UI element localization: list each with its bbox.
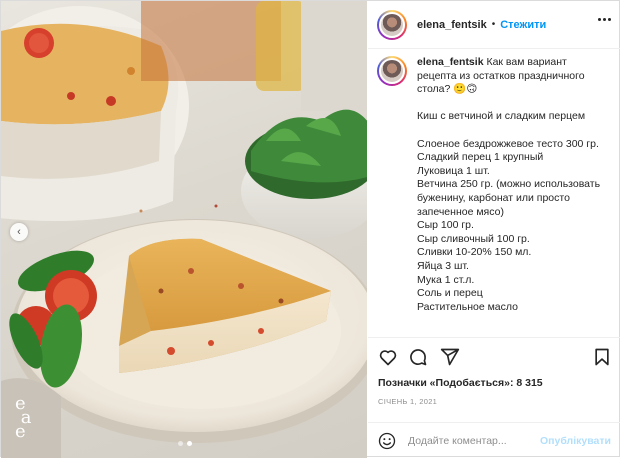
caption-line: Сыр сливочный 100 гр. xyxy=(417,232,530,245)
comment-input[interactable] xyxy=(408,434,534,447)
likes-count[interactable]: Позначки «Подобається»: 8 315 xyxy=(378,377,543,389)
caption-line: Мука 1 ст.л. xyxy=(417,273,475,286)
emoji-icon[interactable] xyxy=(378,432,396,450)
caption-line: Сыр 100 гр. xyxy=(417,219,474,232)
post-side-panel: elena_fentsik • Стежити elena_fentsik Ка… xyxy=(368,1,620,458)
instagram-post: ‹ e ae elena_fentsik • Стежити elena_fen… xyxy=(0,0,620,458)
follow-button[interactable]: Стежити xyxy=(500,19,546,31)
post-header: elena_fentsik • Стежити xyxy=(368,1,620,49)
username-link[interactable]: elena_fentsik xyxy=(417,19,487,31)
more-options-icon[interactable] xyxy=(598,18,611,21)
caption-line: Растительное масло xyxy=(417,300,518,313)
caption-username[interactable]: elena_fentsik xyxy=(417,56,484,68)
carousel-dot xyxy=(178,441,183,446)
publish-button[interactable]: Опублікувати xyxy=(540,435,611,447)
comment-icon[interactable] xyxy=(408,347,428,367)
caption-line: Киш с ветчиной и сладким перцем xyxy=(417,110,586,123)
avatar[interactable] xyxy=(377,9,407,40)
carousel-dot-active xyxy=(187,441,192,446)
post-date[interactable]: СІЧЕНЬ 1, 2021 xyxy=(378,397,437,406)
heart-icon[interactable] xyxy=(378,347,398,367)
caption-emoji: 🙂🙃 xyxy=(453,83,478,96)
chevron-left-icon: ‹ xyxy=(17,226,21,238)
carousel-indicator xyxy=(178,441,192,446)
post-photo[interactable]: ‹ e ae xyxy=(1,1,367,458)
post-actions xyxy=(368,337,620,373)
caption-text: elena_fentsik Как вам вариант рецепта из… xyxy=(417,56,607,314)
caption-avatar[interactable] xyxy=(377,56,407,86)
post-caption: elena_fentsik Как вам вариант рецепта из… xyxy=(368,49,620,336)
quiche-photo-illustration xyxy=(1,1,367,458)
watermark-logo: e ae xyxy=(15,393,32,442)
comment-box: Опублікувати xyxy=(368,422,620,458)
caption-line: Слоеное бездрожжевое тесто 300 гр. xyxy=(417,137,599,150)
carousel-prev-button[interactable]: ‹ xyxy=(10,223,28,241)
caption-line: Сладкий перец 1 крупный xyxy=(417,151,544,164)
bookmark-icon[interactable] xyxy=(592,347,612,367)
caption-line: Луковица 1 шт. xyxy=(417,164,490,177)
header-separator: • xyxy=(491,19,496,30)
caption-line: Ветчина 250 гр. (можно использовать буже… xyxy=(417,178,601,218)
share-icon[interactable] xyxy=(440,347,460,367)
caption-line: Сливки 10-20% 150 мл. xyxy=(417,246,532,259)
caption-line: Яйца 3 шт. xyxy=(417,259,469,272)
caption-line: Соль и перец xyxy=(417,287,483,300)
